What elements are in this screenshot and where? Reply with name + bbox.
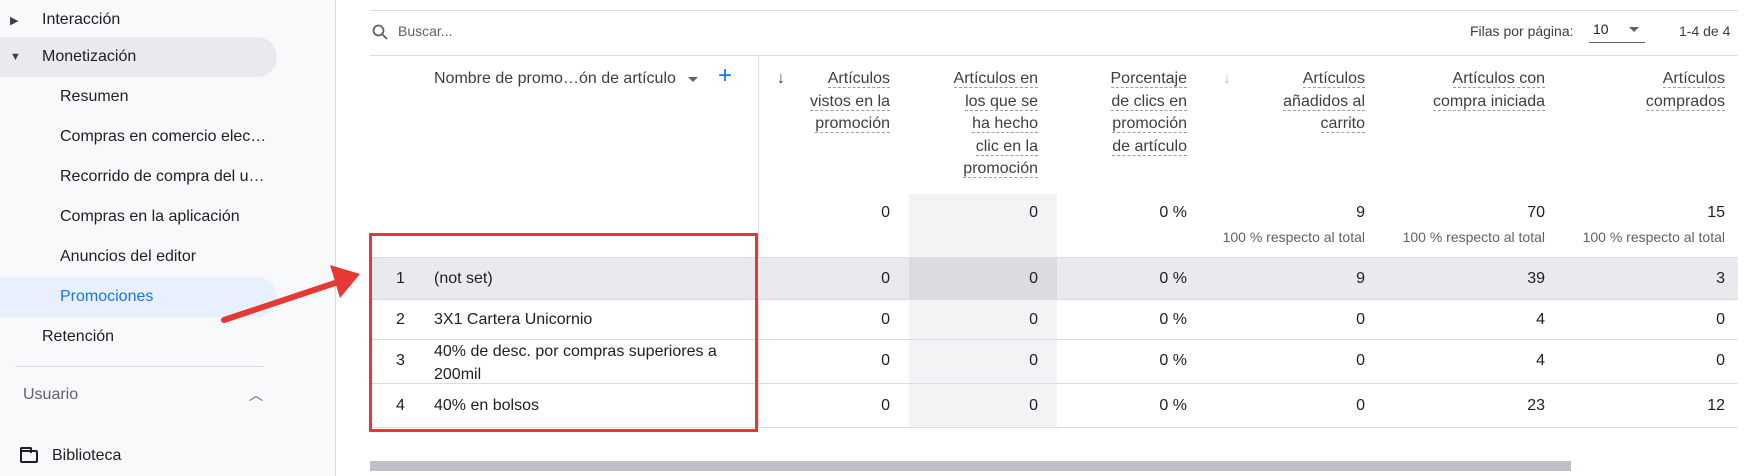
nav-label: Anuncios del editor [60, 248, 197, 265]
cell-value: 0 [1716, 352, 1725, 369]
rows-per-page-select[interactable]: 10 [1589, 18, 1645, 43]
nav-compras-comercio[interactable]: Compras en comercio elec… [0, 117, 277, 157]
metric-header[interactable]: Artículos con compra iniciada [1432, 68, 1545, 113]
pagination-range: 1-4 de 4 [1679, 23, 1731, 39]
nav-label: Recorrido de compra del u… [60, 168, 265, 185]
total-percent: 100 % respecto al total [1222, 229, 1365, 245]
nav-label: Interacción [42, 11, 121, 28]
scrollbar-thumb[interactable] [370, 461, 1571, 471]
total-value: 9 [1356, 204, 1365, 221]
search-icon [372, 24, 388, 40]
chevron-up-icon: ︿ [249, 387, 263, 403]
cell-value: 3 [1716, 270, 1725, 287]
nav-compras-aplicacion[interactable]: Compras en la aplicación [0, 197, 277, 237]
total-value: 15 [1707, 204, 1725, 221]
cell-value: 0 [1716, 311, 1725, 328]
dropdown-arrow-icon [1629, 27, 1639, 32]
cell-value: 0 % [1159, 311, 1187, 328]
cell-value: 9 [1356, 270, 1365, 287]
section-usuario[interactable]: Usuario ︿ [23, 380, 263, 410]
cell-value: 0 [1356, 311, 1365, 328]
cell-value: 0 [1029, 397, 1038, 414]
sidebar-divider [15, 366, 263, 367]
sort-arrow-icon[interactable]: ↓ [1223, 70, 1231, 88]
total-percent: 100 % respecto al total [1582, 229, 1725, 245]
nav-label: Promociones [60, 288, 154, 305]
nav-label: Retención [42, 328, 115, 345]
nav-label: Biblioteca [52, 447, 122, 464]
dimension-header[interactable]: Nombre de promo…ón de artículo [434, 70, 698, 88]
cell-value: 0 % [1159, 270, 1187, 287]
total-value: 70 [1527, 204, 1545, 221]
nav-recorrido-compra[interactable]: Recorrido de compra del u… [0, 157, 277, 197]
nav-label: Resumen [60, 88, 129, 105]
nav-resumen[interactable]: Resumen [0, 77, 277, 117]
annotation-highlight-box [369, 233, 758, 432]
metric-header[interactable]: Artículos en los que se ha hecho clic en la… [953, 68, 1038, 181]
rows-value: 10 [1593, 21, 1609, 37]
total-value: 0 % [1159, 204, 1187, 221]
sort-arrow-icon[interactable]: ↓ [777, 70, 785, 88]
metric-header[interactable]: Artículos comprados [1645, 68, 1725, 113]
total-percent: 100 % respecto al total [1402, 229, 1545, 245]
sidebar: ▶ Interacción ▼ Monetización Resumen Com… [0, 0, 335, 476]
nav-label: Monetización [42, 48, 137, 65]
caret-down-icon: ▼ [10, 51, 21, 63]
total-value: 0 [1029, 204, 1038, 221]
metric-header[interactable]: Artículos añadidos al carrito [1283, 68, 1365, 136]
cell-value: 4 [1536, 311, 1545, 328]
cell-value: 0 [881, 311, 890, 328]
section-label: Usuario [23, 386, 79, 403]
nav-label: Compras en comercio elec… [60, 128, 267, 145]
cell-value: 0 % [1159, 352, 1187, 369]
add-dimension-icon[interactable]: + [718, 64, 732, 88]
cell-value: 0 [881, 397, 890, 414]
cell-value: 0 [1356, 397, 1365, 414]
nav-retencion[interactable]: Retención [0, 317, 114, 357]
dropdown-arrow-icon [687, 76, 698, 82]
cell-value: 12 [1707, 397, 1725, 414]
metric-header[interactable]: Artículos vistos en la promoción [809, 68, 890, 136]
annotation-arrow-icon [221, 265, 360, 323]
cell-value: 0 [1029, 270, 1038, 287]
cell-value: 0 [1356, 352, 1365, 369]
rows-per-page-label: Filas por página: [1470, 23, 1574, 39]
nav-monetizacion[interactable]: ▼ Monetización [0, 37, 277, 77]
cell-value: 0 [881, 352, 890, 369]
cell-value: 0 % [1159, 397, 1187, 414]
nav-label: Compras en la aplicación [60, 208, 240, 225]
metric-header[interactable]: Porcentaje de clics en promoción de artícul… [1110, 68, 1187, 158]
cell-value: 23 [1527, 397, 1545, 414]
folder-icon [20, 446, 38, 463]
dimension-header-label: Nombre de promo…ón de artículo [434, 70, 676, 87]
caret-right-icon: ▶ [10, 14, 19, 27]
cell-value: 4 [1536, 352, 1545, 369]
total-value: 0 [881, 204, 890, 221]
cell-value: 0 [1029, 311, 1038, 328]
cell-value: 0 [881, 270, 890, 287]
cell-value: 39 [1527, 270, 1545, 287]
nav-biblioteca[interactable]: Biblioteca [20, 441, 121, 471]
nav-interaccion[interactable]: ▶ Interacción [0, 0, 277, 40]
search-input[interactable]: Buscar... [398, 23, 452, 39]
cell-value: 0 [1029, 352, 1038, 369]
